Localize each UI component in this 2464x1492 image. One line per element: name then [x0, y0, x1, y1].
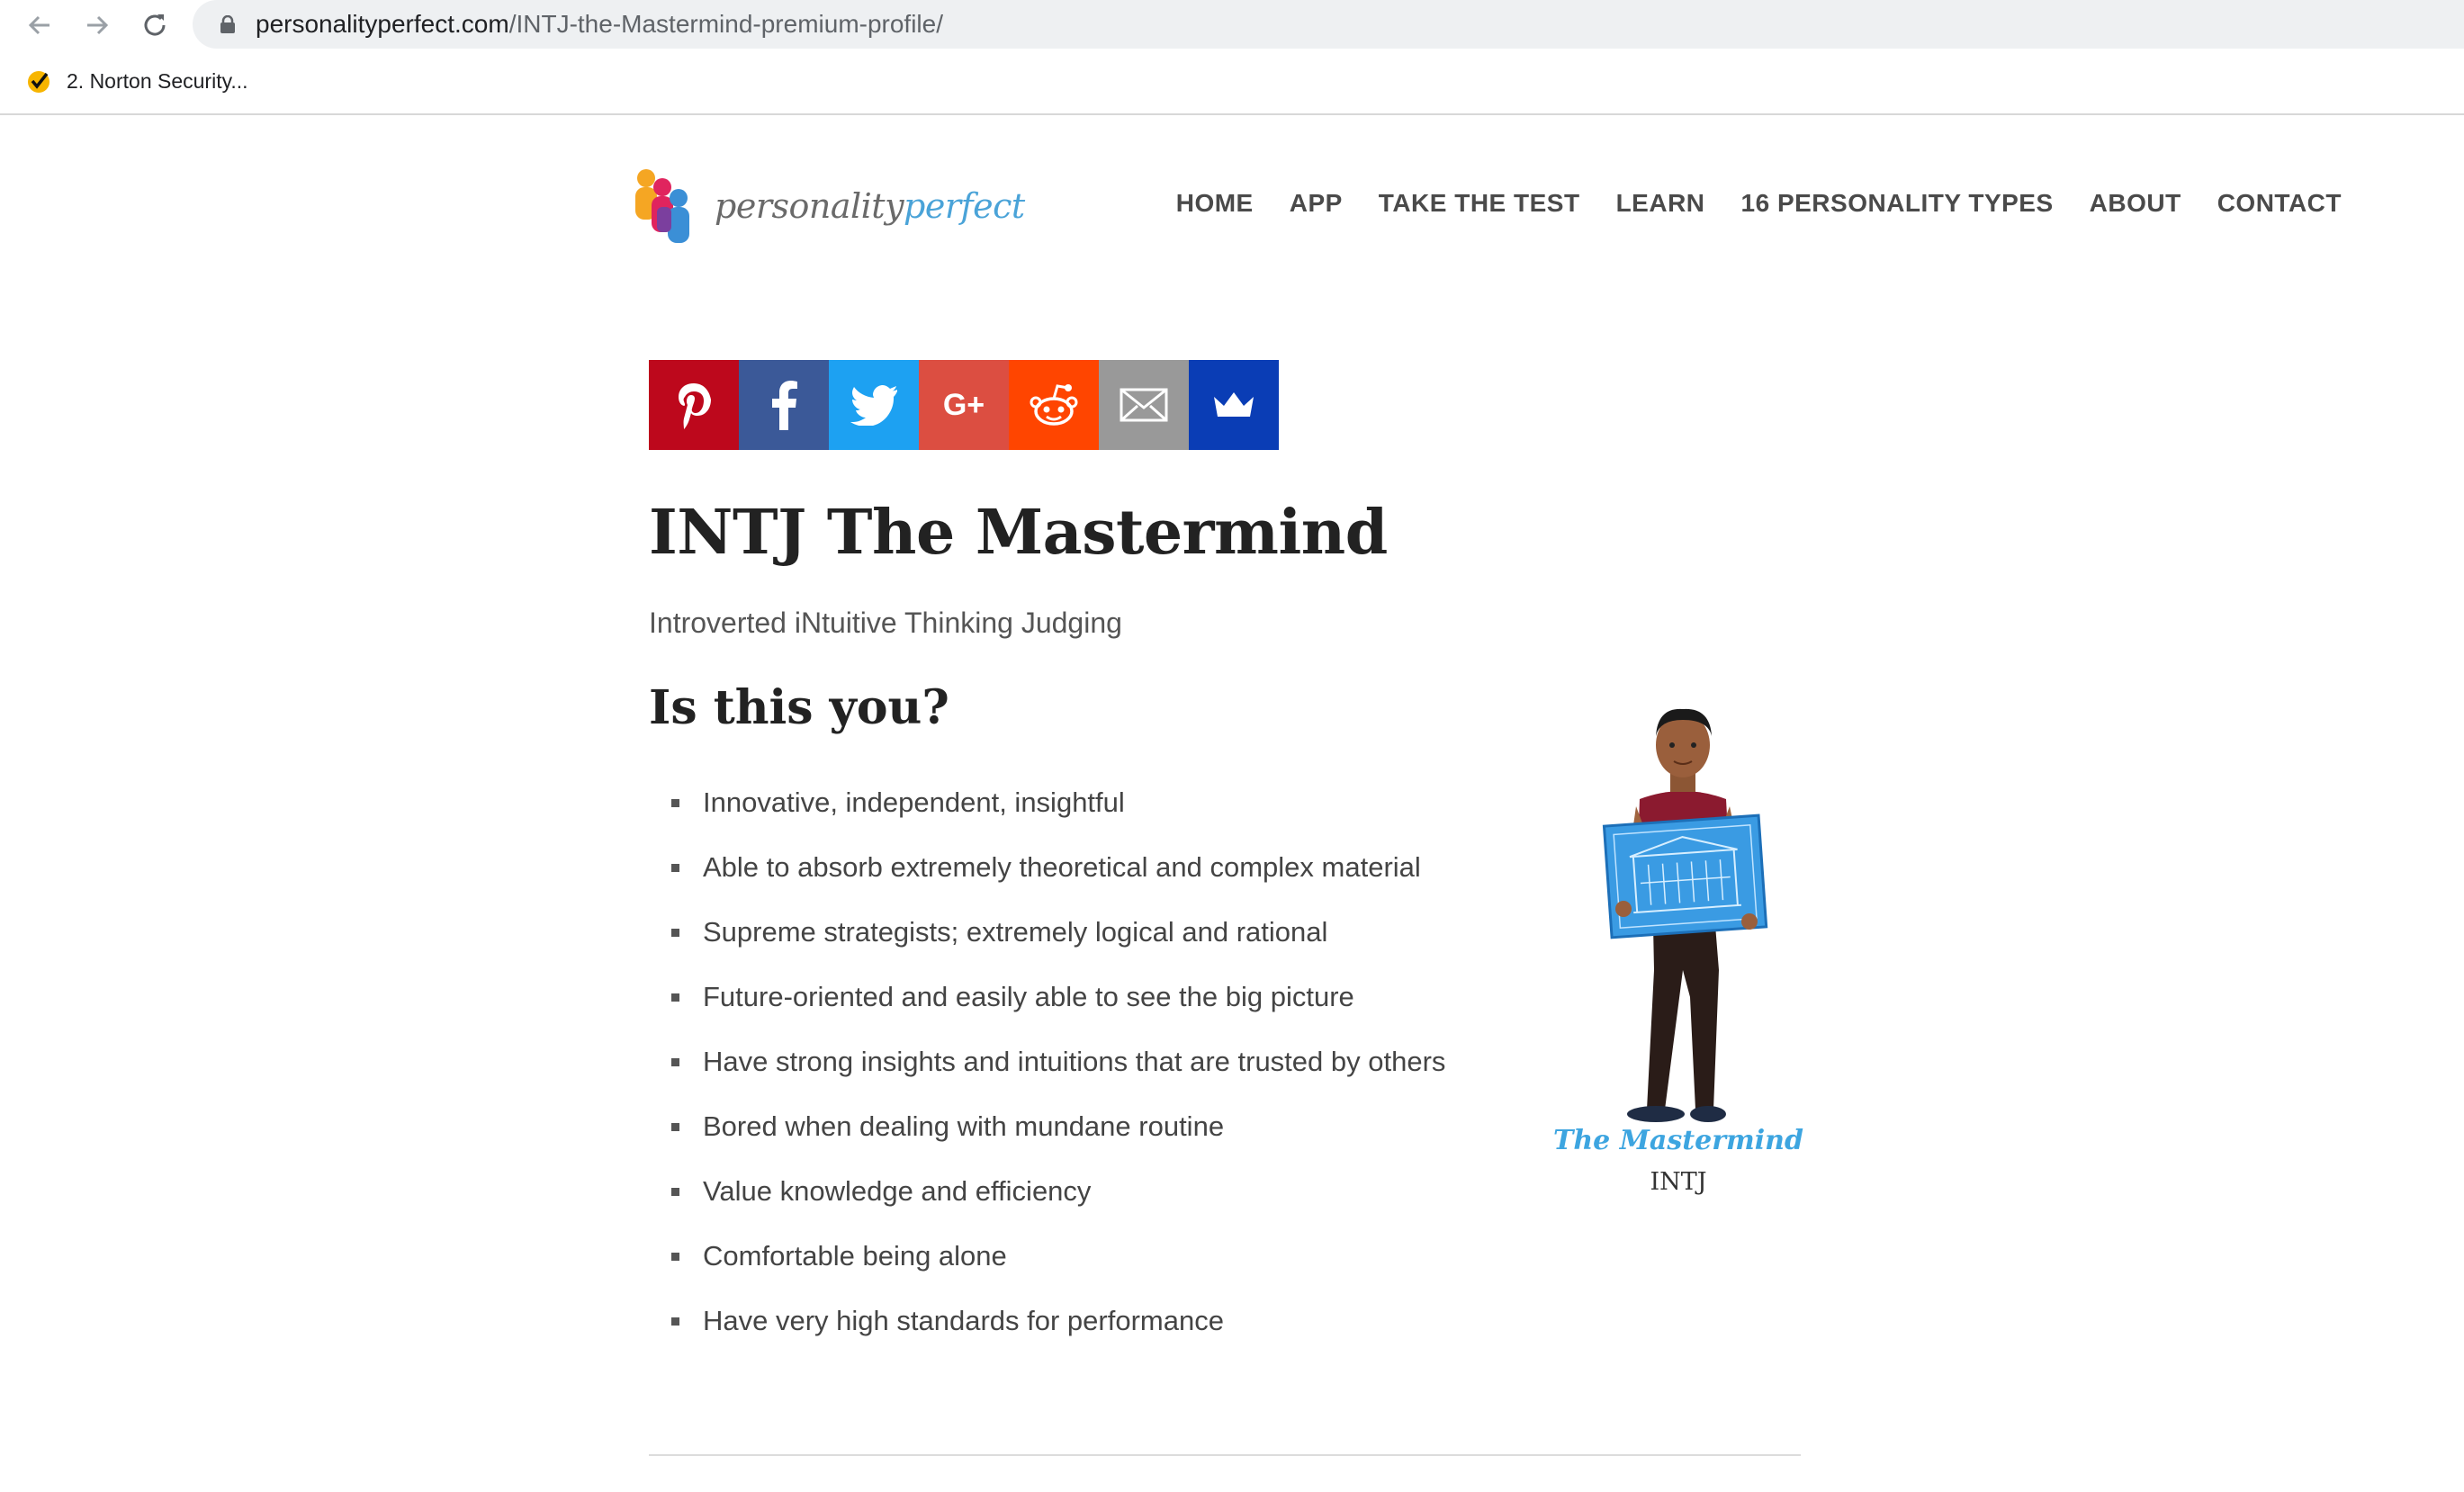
bookmark-label: 2. Norton Security... — [67, 68, 248, 93]
share-crown-button[interactable] — [1189, 360, 1279, 450]
address-bar[interactable]: personalityperfect.com/INTJ-the-Mastermi… — [193, 0, 2464, 49]
norton-check-icon — [28, 71, 49, 93]
list-item: Have strong insights and intuitions that… — [671, 1038, 1445, 1103]
pinterest-icon — [679, 383, 711, 429]
share-email-button[interactable] — [1099, 360, 1189, 450]
trait-list: Innovative, independent, insightful Able… — [671, 779, 1445, 1362]
reddit-icon — [1030, 384, 1078, 426]
share-bar: G+ — [649, 360, 1279, 450]
nav-take-the-test[interactable]: TAKE THE TEST — [1379, 189, 1580, 218]
crown-icon — [1214, 392, 1254, 417]
mastermind-illustration — [1602, 708, 1768, 1122]
share-twitter-button[interactable] — [829, 360, 919, 450]
url-host: personalityperfect.com — [256, 10, 509, 38]
list-item: Future-oriented and easily able to see t… — [671, 974, 1445, 1038]
list-item: Bored when dealing with mundane routine — [671, 1103, 1445, 1168]
illustration-caption-type: INTJ — [1650, 1168, 1707, 1196]
list-item: Comfortable being alone — [671, 1233, 1445, 1298]
divider — [649, 1454, 1801, 1456]
logo-text-part2: perfect — [904, 186, 1025, 226]
page-title: INTJ The Mastermind — [649, 497, 1388, 569]
logo-text-part1: personality — [715, 186, 904, 226]
forward-icon[interactable] — [77, 5, 117, 45]
logo-people-icon — [635, 169, 689, 243]
nav-contact[interactable]: CONTACT — [2217, 189, 2342, 218]
site-logo[interactable]: personalityperfect — [634, 167, 1025, 245]
url-text: personalityperfect.com/INTJ-the-Mastermi… — [256, 8, 943, 40]
back-icon[interactable] — [20, 5, 59, 45]
list-item: Innovative, independent, insightful — [671, 779, 1445, 844]
facebook-icon — [772, 381, 797, 430]
nav-home[interactable]: HOME — [1176, 189, 1254, 218]
list-item: Value knowledge and efficiency — [671, 1168, 1445, 1233]
list-item: Able to absorb extremely theoretical and… — [671, 844, 1445, 909]
browser-chrome: personalityperfect.com/INTJ-the-Mastermi… — [0, 0, 2464, 115]
url-path: /INTJ-the-Mastermind-premium-profile/ — [508, 10, 944, 38]
section-heading: Is this you? — [649, 680, 949, 735]
nav-16-personality-types[interactable]: 16 PERSONALITY TYPES — [1741, 189, 2054, 218]
reload-icon[interactable] — [135, 5, 175, 45]
nav-learn[interactable]: LEARN — [1616, 189, 1705, 218]
list-item: Supreme strategists; extremely logical a… — [671, 909, 1445, 974]
illustration-caption-name: The Mastermind — [1553, 1125, 1803, 1156]
nav-about[interactable]: ABOUT — [2090, 189, 2181, 218]
google-plus-icon: G+ — [942, 387, 985, 422]
nav-app[interactable]: APP — [1290, 189, 1343, 218]
share-reddit-button[interactable] — [1009, 360, 1099, 450]
logo-text: personalityperfect — [715, 186, 1025, 226]
main-nav: HOME APP TAKE THE TEST LEARN 16 PERSONAL… — [1176, 189, 2342, 218]
twitter-icon — [850, 385, 897, 426]
list-item: Have very high standards for performance — [671, 1298, 1445, 1362]
share-google-plus-button[interactable]: G+ — [919, 360, 1009, 450]
page-subtitle: Introverted iNtuitive Thinking Judging — [649, 607, 1122, 639]
bookmark-norton[interactable]: 2. Norton Security... — [25, 65, 248, 97]
share-pinterest-button[interactable] — [649, 360, 739, 450]
email-icon — [1120, 388, 1168, 422]
share-facebook-button[interactable] — [739, 360, 829, 450]
lock-icon — [220, 14, 236, 33]
